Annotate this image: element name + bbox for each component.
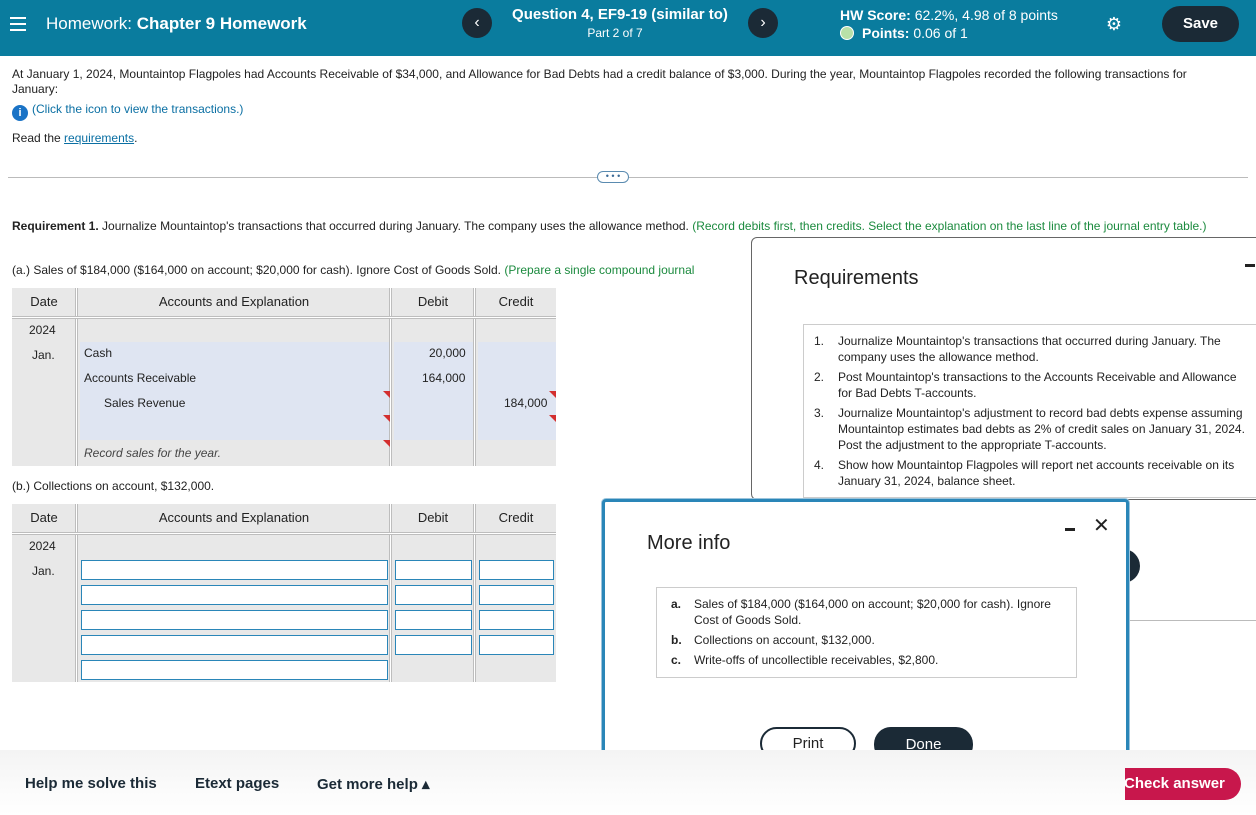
explanation-input[interactable] bbox=[81, 660, 388, 680]
column-divider bbox=[389, 504, 392, 682]
get-more-help-button[interactable]: Get more help ▴ bbox=[317, 775, 430, 793]
minimize-icon[interactable] bbox=[1065, 528, 1075, 531]
column-divider bbox=[473, 288, 476, 466]
debit-input[interactable] bbox=[395, 560, 472, 580]
read-requirements: Read the requirements. bbox=[12, 131, 138, 145]
close-icon[interactable]: ✕ bbox=[1093, 516, 1110, 536]
points: Points: 0.06 of 1 bbox=[840, 25, 968, 41]
footer-bar bbox=[0, 750, 1256, 815]
column-divider bbox=[75, 288, 78, 466]
credit-highlight bbox=[478, 342, 556, 440]
part-a-instruction: (a.) Sales of $184,000 ($164,000 on acco… bbox=[12, 263, 695, 277]
requirements-link[interactable]: requirements bbox=[64, 131, 134, 145]
prev-question-button[interactable]: ‹ bbox=[462, 8, 492, 38]
credit-input[interactable] bbox=[479, 610, 554, 630]
column-divider bbox=[75, 504, 78, 682]
help-me-solve-button[interactable]: Help me solve this bbox=[25, 775, 157, 792]
account-input[interactable] bbox=[81, 635, 388, 655]
debit-cell[interactable]: 20,000 bbox=[429, 346, 466, 360]
account-input[interactable] bbox=[81, 585, 388, 605]
error-flag-icon bbox=[549, 415, 556, 422]
more-info-title: More info bbox=[647, 532, 731, 554]
problem-statement: At January 1, 2024, Mountaintop Flagpole… bbox=[12, 67, 1187, 96]
header-divider bbox=[12, 532, 556, 535]
question-part: Part 2 of 7 bbox=[587, 26, 643, 40]
debit-cell[interactable]: 164,000 bbox=[422, 371, 465, 385]
transactions-list: a. Sales of $184,000 ($164,000 on account… bbox=[656, 587, 1077, 678]
divider bbox=[1130, 620, 1256, 621]
partial-credit-icon bbox=[840, 26, 854, 40]
expand-ellipsis-button[interactable]: • • • bbox=[597, 171, 629, 183]
next-question-button[interactable]: › bbox=[748, 8, 778, 38]
journal-month: Jan. bbox=[32, 348, 55, 362]
requirements-title: Requirements bbox=[794, 267, 919, 289]
account-input[interactable] bbox=[81, 560, 388, 580]
credit-cell[interactable]: 184,000 bbox=[504, 396, 547, 410]
account-cell[interactable]: Sales Revenue bbox=[104, 396, 185, 410]
menu-icon[interactable] bbox=[10, 17, 26, 31]
gear-icon[interactable]: ⚙ bbox=[1104, 14, 1124, 34]
transactions-info-link[interactable]: i (Click the icon to view the transaction… bbox=[12, 102, 243, 121]
journal-year: 2024 bbox=[29, 539, 56, 553]
journal-table-b: Date Accounts and Explanation Debit Cred… bbox=[12, 504, 556, 682]
credit-input[interactable] bbox=[479, 635, 554, 655]
debit-input[interactable] bbox=[395, 610, 472, 630]
explanation-cell[interactable]: Record sales for the year. bbox=[84, 446, 221, 460]
entry-highlight bbox=[80, 342, 390, 440]
account-cell[interactable]: Cash bbox=[84, 346, 112, 360]
credit-input[interactable] bbox=[479, 585, 554, 605]
journal-year: 2024 bbox=[29, 323, 56, 337]
debit-input[interactable] bbox=[395, 635, 472, 655]
debit-input[interactable] bbox=[395, 585, 472, 605]
check-answer-button[interactable]: Check answer bbox=[1125, 768, 1241, 800]
journal-month: Jan. bbox=[32, 564, 55, 578]
error-flag-icon bbox=[383, 391, 390, 398]
requirements-list: 1. Journalize Mountaintop's transactions … bbox=[803, 324, 1256, 498]
info-icon[interactable]: i bbox=[12, 105, 28, 121]
account-cell[interactable]: Accounts Receivable bbox=[84, 371, 196, 385]
requirement-1: Requirement 1. Journalize Mountaintop's … bbox=[12, 219, 1207, 233]
column-divider bbox=[473, 504, 476, 682]
account-input[interactable] bbox=[81, 610, 388, 630]
etext-pages-button[interactable]: Etext pages bbox=[195, 775, 279, 792]
error-flag-icon bbox=[383, 415, 390, 422]
requirements-dialog: Requirements 1. Journalize Mountaintop's … bbox=[751, 237, 1256, 500]
error-flag-icon bbox=[549, 391, 556, 398]
hw-score: HW Score: 62.2%, 4.98 of 8 points bbox=[840, 7, 1058, 23]
credit-input[interactable] bbox=[479, 560, 554, 580]
minimize-icon[interactable] bbox=[1245, 264, 1255, 267]
homework-title: Homework: Chapter 9 Homework bbox=[46, 14, 307, 33]
save-button[interactable]: Save bbox=[1162, 6, 1239, 42]
top-bar: Homework: Chapter 9 Homework ‹ Question … bbox=[0, 0, 1256, 56]
error-flag-icon bbox=[383, 440, 390, 447]
question-title: Question 4, EF9-19 (similar to) bbox=[512, 6, 728, 23]
journal-table-a: Date Accounts and Explanation Debit Cred… bbox=[12, 288, 556, 466]
header-divider bbox=[12, 316, 556, 319]
part-b-instruction: (b.) Collections on account, $132,000. bbox=[12, 479, 215, 493]
